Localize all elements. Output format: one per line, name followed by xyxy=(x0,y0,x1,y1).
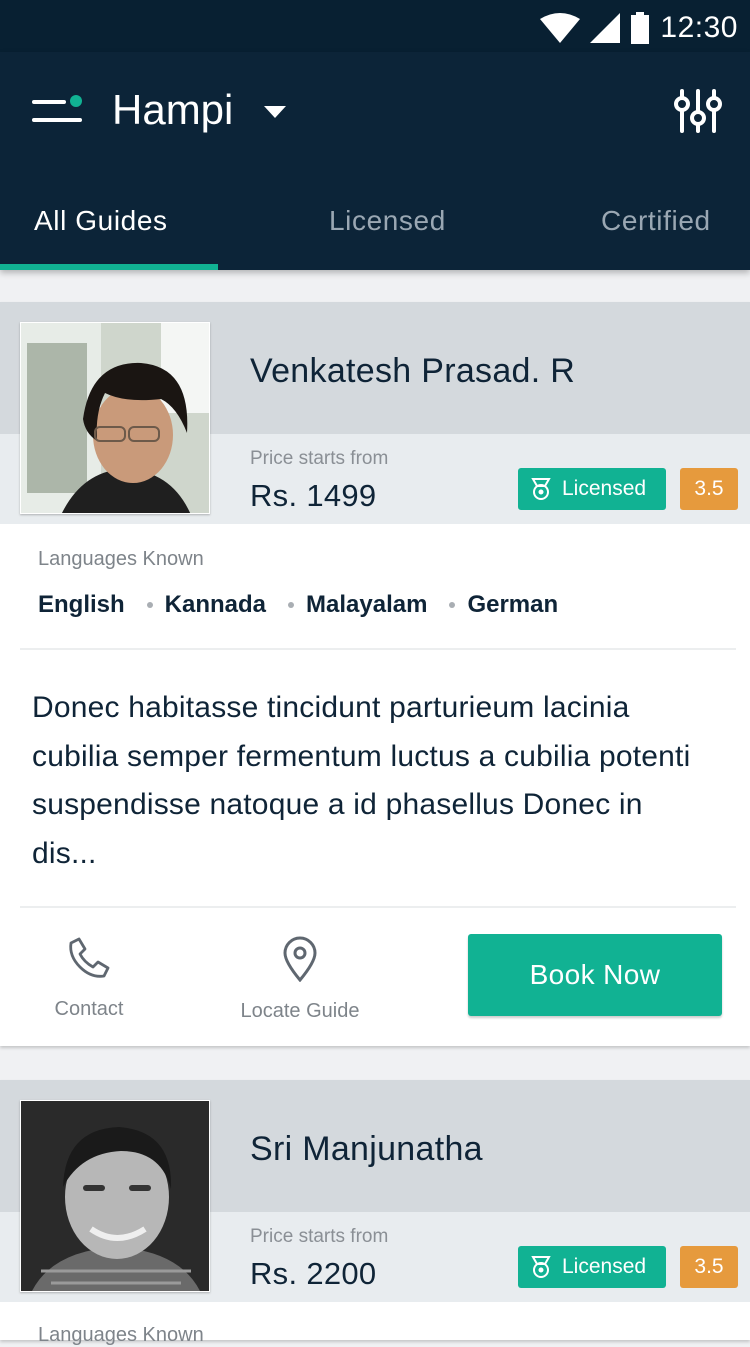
badge-label: Licensed xyxy=(562,1255,647,1278)
language-item: Kannada xyxy=(146,591,266,619)
wifi-icon xyxy=(540,13,581,43)
licensed-badge: Licensed xyxy=(518,468,666,510)
guide-photo[interactable] xyxy=(20,322,210,514)
active-tab-indicator xyxy=(0,264,218,270)
rating-badge: 3.5 xyxy=(680,468,738,510)
chevron-down-icon[interactable] xyxy=(262,102,288,122)
guide-name[interactable]: Venkatesh Prasad. R xyxy=(250,352,575,391)
guide-name[interactable]: Sri Manjunatha xyxy=(250,1130,483,1169)
guide-photo[interactable] xyxy=(20,1100,210,1292)
book-now-button[interactable]: Book Now xyxy=(468,934,722,1016)
medal-icon xyxy=(531,1256,551,1278)
locate-guide-label: Locate Guide xyxy=(240,1000,360,1022)
divider xyxy=(20,906,736,908)
price-label: Price starts from xyxy=(250,1226,389,1247)
language-item: English xyxy=(38,591,125,618)
languages-label: Languages Known xyxy=(38,1324,204,1346)
guide-price: Rs. 1499 xyxy=(250,478,377,513)
language-item: German xyxy=(449,591,558,619)
rating-badge: 3.5 xyxy=(680,1246,738,1288)
status-time: 12:30 xyxy=(660,11,738,44)
signal-icon xyxy=(590,13,621,43)
guide-price: Rs. 2200 xyxy=(250,1256,377,1291)
divider xyxy=(20,648,736,650)
languages-list: English Kannada Malayalam German xyxy=(38,590,580,620)
guide-description: Donec habitasse tincidunt parturieum lac… xyxy=(32,691,691,870)
contact-label: Contact xyxy=(54,998,124,1020)
price-label: Price starts from xyxy=(250,448,389,469)
status-bar: 12:30 xyxy=(0,0,750,52)
languages-label: Languages Known xyxy=(38,548,204,570)
guide-card-header: Sri Manjunatha Price starts from Rs. 220… xyxy=(0,1080,750,1302)
medal-icon xyxy=(531,478,551,500)
guide-card[interactable]: Sri Manjunatha Price starts from Rs. 220… xyxy=(0,1080,750,1346)
city-title[interactable]: Hampi xyxy=(112,82,233,138)
badge-label: Licensed xyxy=(562,477,647,500)
tab-certified[interactable]: Certified xyxy=(601,200,711,242)
guide-card[interactable]: Venkatesh Prasad. R Price starts from Rs… xyxy=(0,302,750,1046)
battery-icon xyxy=(631,12,650,44)
language-item: Malayalam xyxy=(288,591,427,619)
tab-all-guides[interactable]: All Guides xyxy=(34,200,168,242)
location-pin-icon xyxy=(283,936,317,982)
phone-icon xyxy=(69,937,110,978)
filter-sliders-icon[interactable] xyxy=(674,88,722,134)
locate-guide-button[interactable]: Locate Guide xyxy=(238,936,362,1023)
menu-icon[interactable] xyxy=(32,94,86,128)
app-bar: Hampi All Guides Licensed Certified xyxy=(0,52,750,270)
tab-licensed[interactable]: Licensed xyxy=(329,200,446,242)
contact-button[interactable]: Contact xyxy=(40,936,138,1021)
guide-card-header: Venkatesh Prasad. R Price starts from Rs… xyxy=(0,302,750,524)
licensed-badge: Licensed xyxy=(518,1246,666,1288)
